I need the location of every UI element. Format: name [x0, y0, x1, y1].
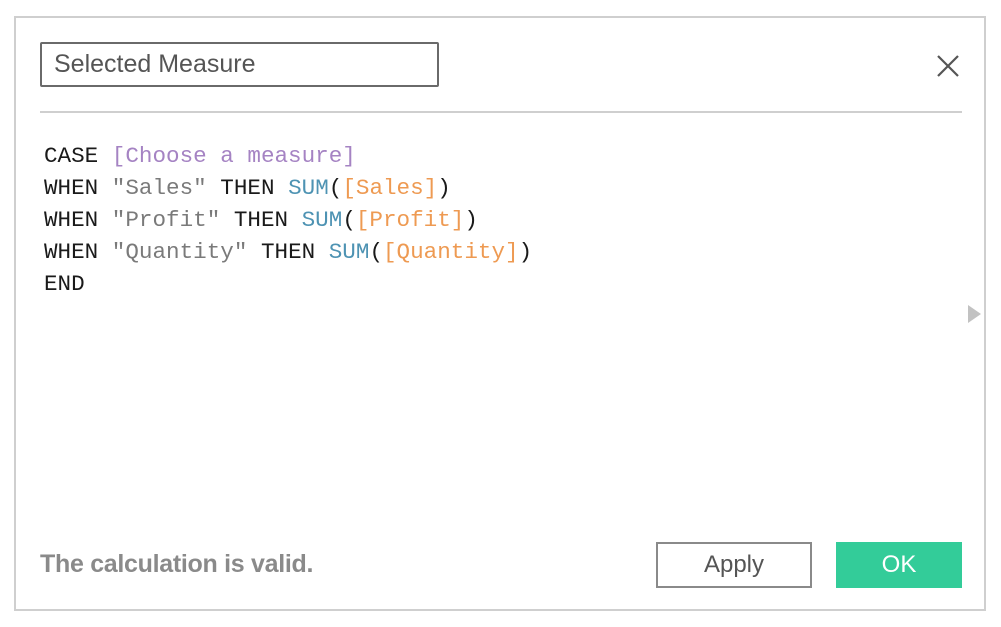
token-str: "Quantity"	[111, 239, 248, 265]
token-fn: SUM	[301, 207, 343, 233]
token-kw: (	[328, 175, 343, 201]
apply-button[interactable]: Apply	[656, 542, 812, 588]
formula-editor[interactable]: CASE [Choose a measure] WHEN "Sales" THEN…	[44, 140, 944, 520]
token-fn: SUM	[288, 175, 329, 201]
token-fn: SUM	[328, 239, 370, 265]
token-kw: )	[464, 207, 478, 233]
formula-line: WHEN "Sales" THEN SUM([Sales])	[44, 172, 944, 204]
calculation-name-input[interactable]	[40, 42, 439, 87]
token-field: [Profit]	[355, 207, 465, 233]
token-kw: WHEN	[44, 207, 112, 233]
formula-line: CASE [Choose a measure]	[44, 140, 944, 172]
token-kw: THEN	[206, 175, 289, 201]
token-kw: CASE	[44, 143, 112, 169]
validation-status: The calculation is valid.	[40, 550, 314, 578]
close-icon	[937, 55, 959, 77]
token-kw: WHEN	[44, 175, 112, 201]
token-param: [Choose a measure]	[111, 143, 356, 169]
triangle-right-icon[interactable]	[968, 305, 981, 323]
token-kw: WHEN	[44, 239, 112, 265]
token-kw: END	[44, 271, 85, 297]
token-kw: THEN	[220, 207, 302, 233]
token-str: "Sales"	[111, 175, 207, 201]
token-kw: )	[437, 175, 451, 201]
token-field: [Sales]	[342, 175, 438, 201]
formula-line: WHEN "Profit" THEN SUM([Profit])	[44, 204, 944, 236]
formula-line: END	[44, 268, 944, 300]
formula-line: WHEN "Quantity" THEN SUM([Quantity])	[44, 236, 944, 268]
close-button[interactable]	[932, 50, 964, 82]
header-divider	[40, 111, 962, 113]
token-kw: (	[342, 207, 356, 233]
token-kw: THEN	[247, 239, 329, 265]
token-str: "Profit"	[111, 207, 221, 233]
ok-button[interactable]: OK	[836, 542, 962, 588]
token-field: [Quantity]	[383, 239, 519, 265]
token-kw: (	[369, 239, 383, 265]
token-kw: )	[518, 239, 533, 265]
